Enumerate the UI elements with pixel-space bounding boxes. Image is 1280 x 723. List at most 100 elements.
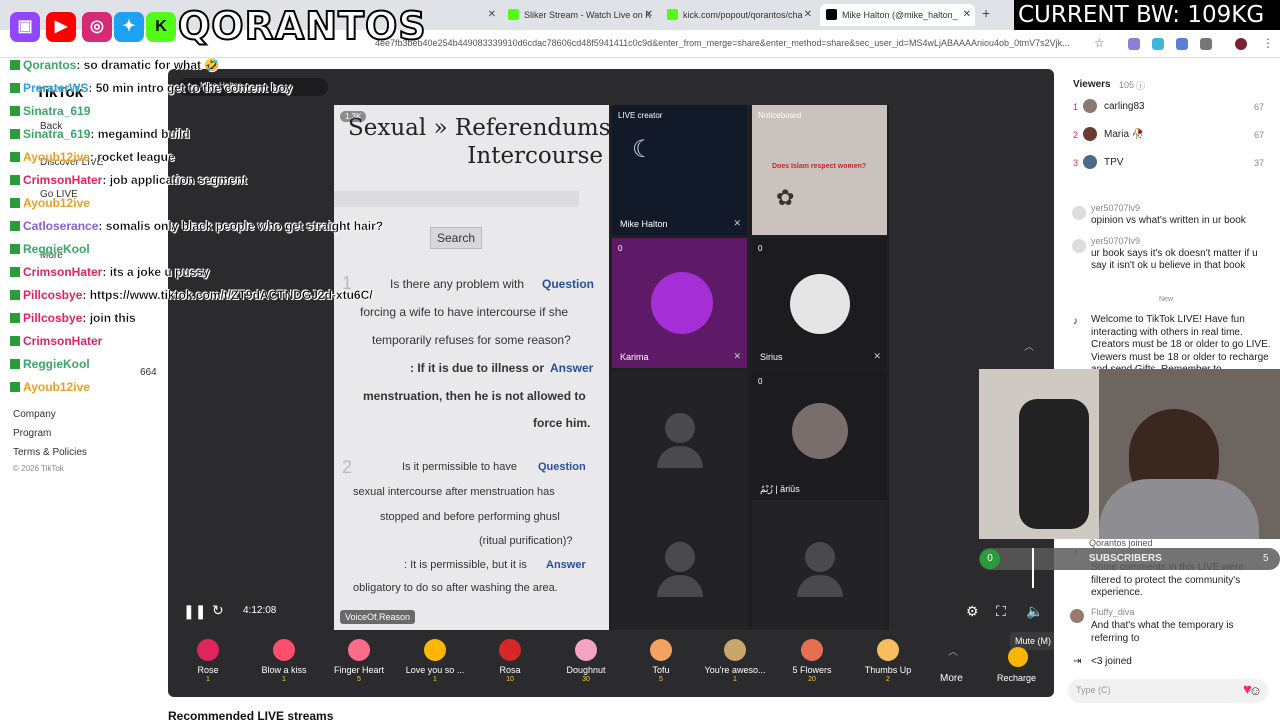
new-tab-button[interactable]: + bbox=[982, 5, 990, 21]
chat-overlay: Qorantos: so dramatic for what 🤣 Prerater… bbox=[0, 56, 480, 396]
person-placeholder-icon bbox=[796, 574, 843, 597]
answer-tag: Answer bbox=[546, 559, 586, 571]
input-placeholder: Type (C) bbox=[1076, 685, 1111, 695]
chat-username[interactable]: Pillcosbye bbox=[23, 288, 82, 302]
chat-username[interactable]: Qorantos bbox=[23, 58, 76, 72]
footer-company[interactable]: Company bbox=[13, 409, 56, 420]
gift-cost: 5 bbox=[357, 676, 361, 683]
extension-icon[interactable] bbox=[1152, 38, 1164, 50]
chat-text: : rocket league bbox=[89, 150, 175, 164]
chat-message: Catloserance: somalis only black people … bbox=[10, 219, 383, 233]
comment-user[interactable]: yer50707lv9 bbox=[1091, 203, 1140, 213]
comment-user[interactable]: yer50707lv9 bbox=[1091, 236, 1140, 246]
tiktok-icon bbox=[826, 9, 837, 20]
chat-username[interactable]: Ayoub12ive bbox=[23, 380, 90, 394]
chat-message: Sinatra_619: megamind build bbox=[10, 127, 190, 141]
gift-item[interactable]: Thumbs Up 2 bbox=[853, 639, 923, 683]
close-icon[interactable]: ✕ bbox=[804, 4, 812, 26]
browser-tab[interactable]: Sliker Stream - Watch Live on K ✕ bbox=[502, 4, 657, 26]
guest-tile-empty[interactable] bbox=[752, 500, 887, 630]
chat-username[interactable]: PreraterWS bbox=[23, 81, 88, 95]
chevron-up-icon[interactable]: ︿ bbox=[1024, 338, 1034, 353]
subs-label: SUBSCRIBERS bbox=[1089, 553, 1162, 564]
url-field[interactable]: 4ee7fb3beb40e254b449083339910d6cdac78606… bbox=[375, 38, 1085, 48]
gift-item[interactable]: Blow a kiss 1 bbox=[249, 639, 319, 683]
chat-message: Ayoub12ive bbox=[10, 380, 90, 394]
kick-badge-icon bbox=[10, 336, 20, 346]
more-gifts-button[interactable]: More bbox=[940, 673, 963, 684]
guest-tile[interactable]: 0 Sirius ✕ bbox=[752, 238, 887, 368]
menu-icon[interactable]: ⋮ bbox=[1262, 36, 1274, 50]
gift-cost: 1 bbox=[206, 676, 210, 683]
fullscreen-icon[interactable]: ⛶ bbox=[996, 603, 1006, 620]
chat-username[interactable]: ReggieKool bbox=[23, 357, 90, 371]
gift-item[interactable]: Finger Heart 5 bbox=[324, 639, 394, 683]
chat-username[interactable]: CrimsonHater bbox=[23, 334, 102, 348]
gift-item[interactable]: You're aweso... 1 bbox=[700, 639, 770, 683]
heart-icon bbox=[424, 639, 446, 661]
join-message: <3 joined bbox=[1091, 656, 1132, 667]
star-icon[interactable]: ☆ bbox=[1094, 36, 1105, 50]
gift-item[interactable]: Love you so ... 1 bbox=[400, 639, 470, 683]
book-subtitle: Intercourse bbox=[467, 143, 603, 169]
pause-icon[interactable]: ❚❚ bbox=[183, 603, 206, 620]
chevron-up-icon[interactable]: ︿ bbox=[948, 643, 958, 658]
chat-username[interactable]: Ayoub12ive bbox=[23, 196, 90, 210]
gift-item[interactable]: Rosa 10 bbox=[475, 639, 545, 683]
profile-avatar-icon[interactable] bbox=[1235, 38, 1247, 50]
gift-item[interactable]: Tofu 5 bbox=[626, 639, 696, 683]
streamer-webcam bbox=[979, 369, 1280, 539]
chat-username[interactable]: Ayoub12ive bbox=[23, 150, 90, 164]
extension-icon[interactable] bbox=[1128, 38, 1140, 50]
close-icon[interactable]: ✕ bbox=[488, 4, 496, 26]
info-icon[interactable]: ⓘ bbox=[1136, 79, 1145, 92]
comment-input[interactable]: Type (C) ☺ bbox=[1068, 679, 1268, 703]
guest-tile[interactable]: Noticeboard Does Islam respect women? ✿ bbox=[752, 105, 887, 235]
guest-tile-empty[interactable] bbox=[612, 500, 747, 630]
chat-username[interactable]: Sinatra_619 bbox=[23, 104, 90, 118]
heart-icon[interactable]: ♥ bbox=[1243, 681, 1252, 698]
close-icon[interactable]: ✕ bbox=[963, 4, 971, 26]
extensions-icon[interactable] bbox=[1200, 38, 1212, 50]
chat-username[interactable]: Sinatra_619 bbox=[23, 127, 90, 141]
close-icon[interactable]: ✕ bbox=[645, 4, 653, 26]
chat-username[interactable]: CrimsonHater bbox=[23, 265, 102, 279]
kick-badge-icon bbox=[10, 83, 20, 93]
item-number: 2 bbox=[342, 457, 353, 477]
chat-username[interactable]: ReggieKool bbox=[23, 242, 90, 256]
tiktok-icon: ♪ bbox=[1073, 316, 1078, 327]
gift-item[interactable]: Rose 1 bbox=[173, 639, 243, 683]
chat-username[interactable]: Catloserance bbox=[23, 219, 98, 233]
gift-name: 5 Flowers bbox=[792, 665, 832, 675]
chat-username[interactable]: CrimsonHater bbox=[23, 173, 102, 187]
guest-tile[interactable]: LIVE creator ☾ Mike Halton ✕ bbox=[612, 105, 747, 235]
comment-text: And that's what the temporary is referri… bbox=[1091, 620, 1234, 644]
gift-item[interactable]: 5 Flowers 20 bbox=[777, 639, 847, 683]
streamer-body bbox=[1099, 479, 1259, 539]
mic-muted-icon: ✕ bbox=[733, 351, 741, 361]
new-divider: New bbox=[1159, 296, 1174, 303]
recharge-button[interactable]: Recharge bbox=[997, 673, 1036, 683]
chat-username[interactable]: Pillcosbye bbox=[23, 311, 82, 325]
tab-title: Mike Halton (@mike_halton_ bbox=[842, 10, 958, 20]
comment-user[interactable]: Fluffy_diva bbox=[1091, 607, 1134, 617]
chat-text: : https://www.tiktok.com/t/ZT9dACTNDGJ2d… bbox=[82, 288, 373, 302]
guest-tile-empty[interactable] bbox=[612, 371, 747, 501]
screen-source-label: VoiceOf.Reason bbox=[340, 610, 416, 624]
youtube-icon: ▶ bbox=[46, 12, 76, 42]
refresh-icon[interactable]: ↻ bbox=[212, 602, 224, 619]
guest-tile[interactable]: 0 Karima ✕ bbox=[612, 238, 747, 368]
viewer-score: 37 bbox=[1254, 158, 1265, 168]
footer-program[interactable]: Program bbox=[13, 428, 51, 439]
guest-tile[interactable]: 0 زُيْمُ | āriūs bbox=[752, 371, 887, 501]
settings-icon[interactable]: ⚙ bbox=[966, 603, 979, 620]
volume-icon[interactable]: 🔈 bbox=[1026, 603, 1043, 620]
gift-item[interactable]: Doughnut 30 bbox=[551, 639, 621, 683]
kick-badge-icon bbox=[10, 106, 20, 116]
guest-avatar bbox=[651, 272, 713, 334]
extension-icon[interactable] bbox=[1176, 38, 1188, 50]
browser-tab[interactable]: kick.com/popout/qorantos/cha ✕ bbox=[661, 4, 816, 26]
avatar bbox=[1070, 609, 1084, 623]
browser-tab-active[interactable]: Mike Halton (@mike_halton_ ✕ bbox=[820, 4, 975, 26]
footer-terms[interactable]: Terms & Policies bbox=[13, 447, 87, 458]
